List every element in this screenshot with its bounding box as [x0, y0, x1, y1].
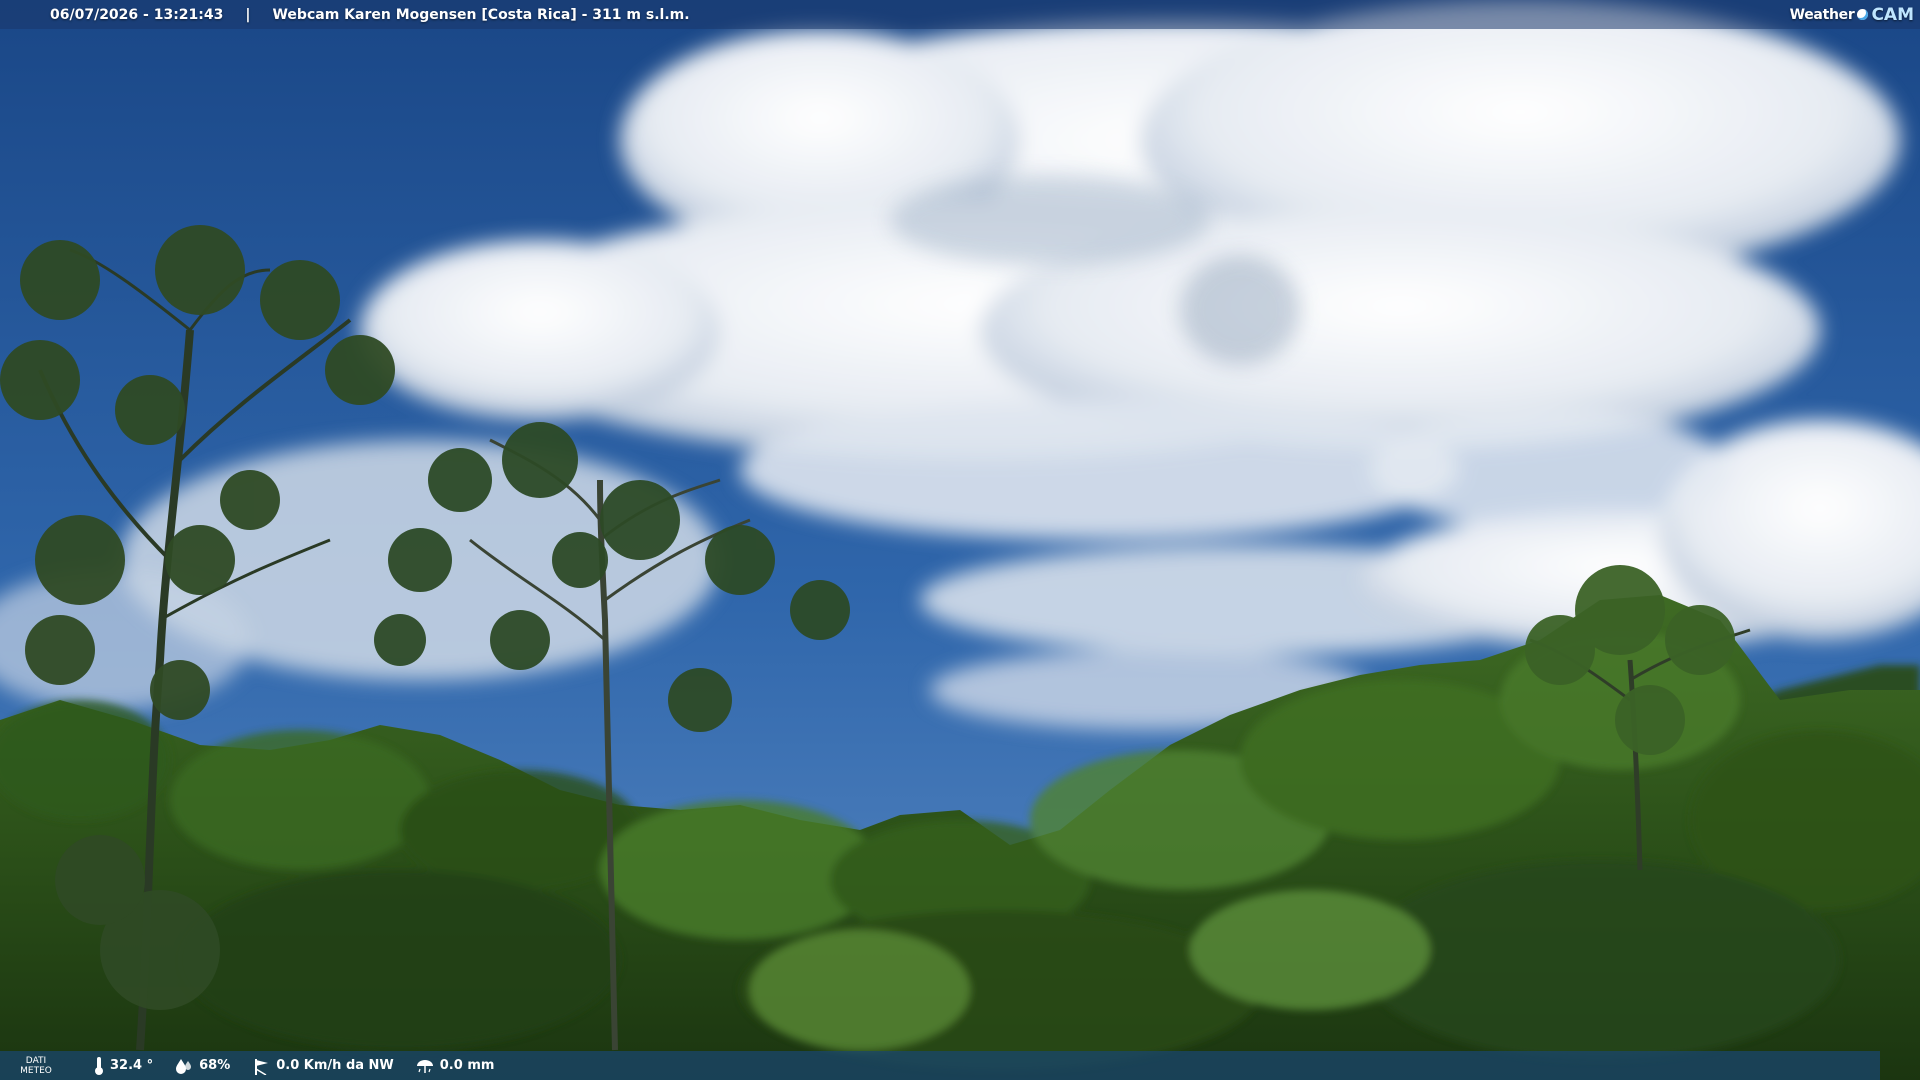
temperature-reading: 32.4 ° — [94, 1056, 154, 1075]
wind-value: 0.0 Km/h da NW — [276, 1058, 394, 1073]
logo-weather-text: Weather — [1789, 6, 1855, 23]
rain-gauge-icon — [416, 1058, 434, 1074]
separator: | — [245, 6, 251, 23]
webcam-image — [0, 0, 1920, 1080]
humidity-reading: 68% — [175, 1058, 230, 1074]
humidity-value: 68% — [199, 1058, 231, 1073]
thermometer-icon — [94, 1056, 104, 1075]
weathercam-logo[interactable]: Weather CAM — [1790, 0, 1920, 29]
rain-reading: 0.0 mm — [416, 1058, 495, 1074]
meteo-label-line2: METEO — [20, 1065, 52, 1076]
temperature-value: 32.4 ° — [110, 1058, 154, 1073]
rain-value: 0.0 mm — [439, 1058, 495, 1073]
meteo-data-bar: DATI METEO 32.4 ° 68% 0.0 Km/h da NW 0.0… — [0, 1051, 1880, 1080]
humidity-drop-icon — [175, 1058, 193, 1074]
webcam-header-bar: 06/07/2026 - 13:21:43 | Webcam Karen Mog… — [0, 0, 1920, 29]
meteo-label-line1: DATI — [25, 1055, 47, 1066]
logo-globe-icon — [1857, 9, 1869, 20]
meteo-label: DATI METEO — [18, 1056, 54, 1076]
wind-reading: 0.0 Km/h da NW — [252, 1057, 394, 1075]
webcam-title: Webcam Karen Mogensen [Costa Rica] - 311… — [272, 6, 690, 23]
logo-cam-text: CAM — [1871, 4, 1914, 25]
wind-vane-icon — [252, 1057, 270, 1075]
datetime: 06/07/2026 - 13:21:43 — [50, 6, 224, 23]
